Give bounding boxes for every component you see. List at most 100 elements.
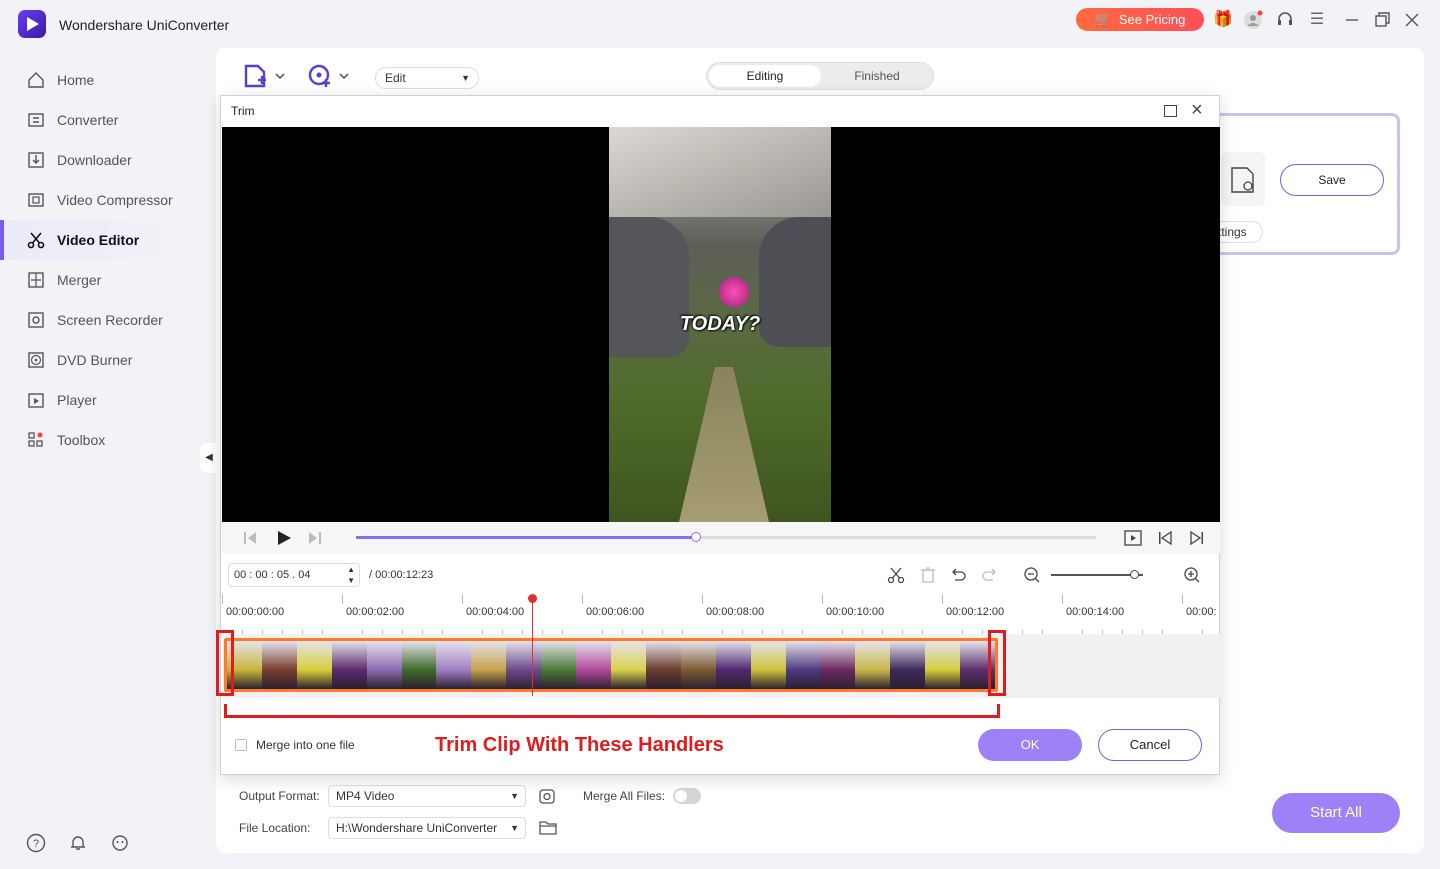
clip-thumbnail — [541, 641, 577, 689]
sidebar-item-label: Screen Recorder — [57, 312, 163, 328]
ruler-tick — [342, 594, 343, 604]
sidebar-item-dvd-burner[interactable]: DVD Burner — [0, 340, 210, 380]
video-clip[interactable] — [224, 638, 998, 692]
cut-icon[interactable] — [887, 566, 905, 584]
next-frame-icon[interactable] — [307, 530, 323, 546]
time-stepper-icon[interactable]: ▲ ▼ — [347, 564, 355, 586]
edit-dropdown[interactable]: Edit ▼ — [375, 67, 479, 89]
maximize-icon[interactable] — [1164, 105, 1177, 117]
preview-icon[interactable] — [1124, 529, 1142, 547]
current-time-input[interactable]: 00 : 00 : 05 . 04 ▲ ▼ — [228, 563, 360, 587]
merge-all-label: Merge All Files: — [583, 789, 666, 803]
jump-start-icon[interactable] — [1156, 529, 1174, 547]
converter-icon — [28, 113, 44, 127]
trim-handle-right[interactable] — [988, 630, 1006, 696]
clip-thumbnail — [366, 641, 402, 689]
ruler-tick — [582, 594, 583, 604]
see-pricing-button[interactable]: 🛒 See Pricing — [1076, 8, 1204, 31]
clip-thumbnail — [680, 641, 716, 689]
cancel-button[interactable]: Cancel — [1098, 729, 1202, 761]
close-icon[interactable] — [1402, 10, 1422, 30]
scissors-icon — [27, 232, 45, 249]
gift-icon[interactable]: 🎁 — [1213, 10, 1233, 30]
sidebar-footer: ? — [26, 833, 130, 853]
jump-end-icon[interactable] — [1188, 529, 1206, 547]
sidebar-item-converter[interactable]: Converter — [0, 100, 210, 140]
clip-thumbnail — [296, 641, 332, 689]
support-icon[interactable] — [1275, 10, 1295, 30]
tab-finished[interactable]: Finished — [821, 65, 933, 87]
video-preview: TODAY? — [222, 127, 1220, 522]
playback-progress[interactable] — [356, 532, 1096, 542]
merge-all-toggle[interactable] — [673, 788, 701, 804]
ruler-tick — [822, 594, 823, 604]
edit-dropdown-value: Edit — [385, 71, 406, 85]
see-pricing-label: See Pricing — [1118, 12, 1186, 27]
sidebar-item-video-compressor[interactable]: Video Compressor — [0, 180, 210, 220]
file-location-select[interactable]: H:\Wondershare UniConverter ▼ — [328, 817, 526, 839]
output-format-label: Output Format: — [239, 789, 320, 803]
start-all-button[interactable]: Start All — [1272, 793, 1400, 833]
sidebar-item-player[interactable]: Player — [0, 380, 210, 420]
ok-button[interactable]: OK — [978, 729, 1082, 761]
cart-icon: 🛒 — [1094, 11, 1111, 27]
time-seconds: 05 — [276, 569, 290, 581]
account-icon[interactable] — [1243, 10, 1263, 30]
clip-thumbnail — [925, 641, 961, 689]
trim-handle-left[interactable] — [216, 630, 234, 696]
folder-icon[interactable] — [538, 819, 558, 837]
delete-icon[interactable] — [919, 566, 937, 584]
sidebar-item-label: Video Compressor — [57, 192, 173, 208]
ruler-tick — [702, 594, 703, 604]
clip-thumbnail — [610, 641, 646, 689]
timeline-track — [216, 630, 1220, 698]
feedback-icon[interactable] — [110, 833, 130, 853]
clip-thumbnail — [890, 641, 926, 689]
add-dvd-icon[interactable] — [308, 64, 350, 90]
sidebar-item-screen-recorder[interactable]: Screen Recorder — [0, 300, 210, 340]
menu-icon[interactable]: ☰ — [1307, 10, 1327, 30]
bell-icon[interactable] — [68, 833, 88, 853]
minimize-icon[interactable] — [1342, 10, 1362, 30]
zoom-in-icon[interactable] — [1183, 566, 1201, 584]
ruler-tick — [222, 594, 223, 604]
ruler-label: 00:00:12:00 — [946, 606, 1005, 618]
tab-editing[interactable]: Editing — [709, 65, 821, 87]
sidebar-item-downloader[interactable]: Downloader — [0, 140, 210, 180]
format-settings-icon[interactable] — [538, 787, 558, 807]
chevron-down-icon: ▼ — [510, 823, 519, 833]
clip-thumbnail — [645, 641, 681, 689]
clip-thumbnail — [506, 641, 542, 689]
ruler-label: 00:00: — [1186, 606, 1217, 618]
output-format-select[interactable]: MP4 Video ▼ — [328, 785, 526, 807]
zoom-slider-knob[interactable] — [1129, 570, 1139, 579]
timeline-ruler: 00:00:00:00 00:00:02:00 00:00:04:00 00:00:0… — [222, 594, 1220, 634]
file-location-label: File Location: — [239, 821, 311, 835]
play-icon[interactable] — [275, 529, 293, 547]
chevron-down-icon: ▼ — [510, 791, 519, 801]
save-button[interactable]: Save — [1280, 164, 1384, 196]
prev-frame-icon[interactable] — [242, 530, 258, 546]
merge-checkbox[interactable] — [235, 739, 247, 751]
undo-icon[interactable] — [949, 566, 967, 584]
progress-knob[interactable] — [691, 532, 702, 542]
zoom-out-icon[interactable] — [1023, 566, 1041, 584]
clip-thumbnail — [436, 641, 472, 689]
redo-icon[interactable] — [981, 566, 999, 584]
clip-thumbnail — [715, 641, 751, 689]
help-icon[interactable]: ? — [26, 833, 46, 853]
sidebar-item-label: Home — [57, 72, 95, 88]
playhead[interactable] — [528, 594, 537, 696]
app-logo — [18, 10, 46, 38]
sidebar-item-toolbox[interactable]: Toolbox — [0, 420, 210, 460]
sidebar-item-merger[interactable]: Merger — [0, 260, 210, 300]
ruler-tick — [1182, 594, 1183, 604]
add-file-icon[interactable] — [244, 64, 286, 90]
dialog-close-icon[interactable]: × — [1191, 99, 1203, 122]
clip-thumbnail — [785, 641, 821, 689]
sidebar-item-video-editor[interactable]: Video Editor — [0, 220, 210, 260]
file-settings-button[interactable] — [1221, 152, 1265, 206]
sidebar-item-home[interactable]: Home — [0, 60, 210, 100]
restore-icon[interactable] — [1372, 10, 1392, 30]
time-minutes: 00 — [255, 569, 268, 581]
